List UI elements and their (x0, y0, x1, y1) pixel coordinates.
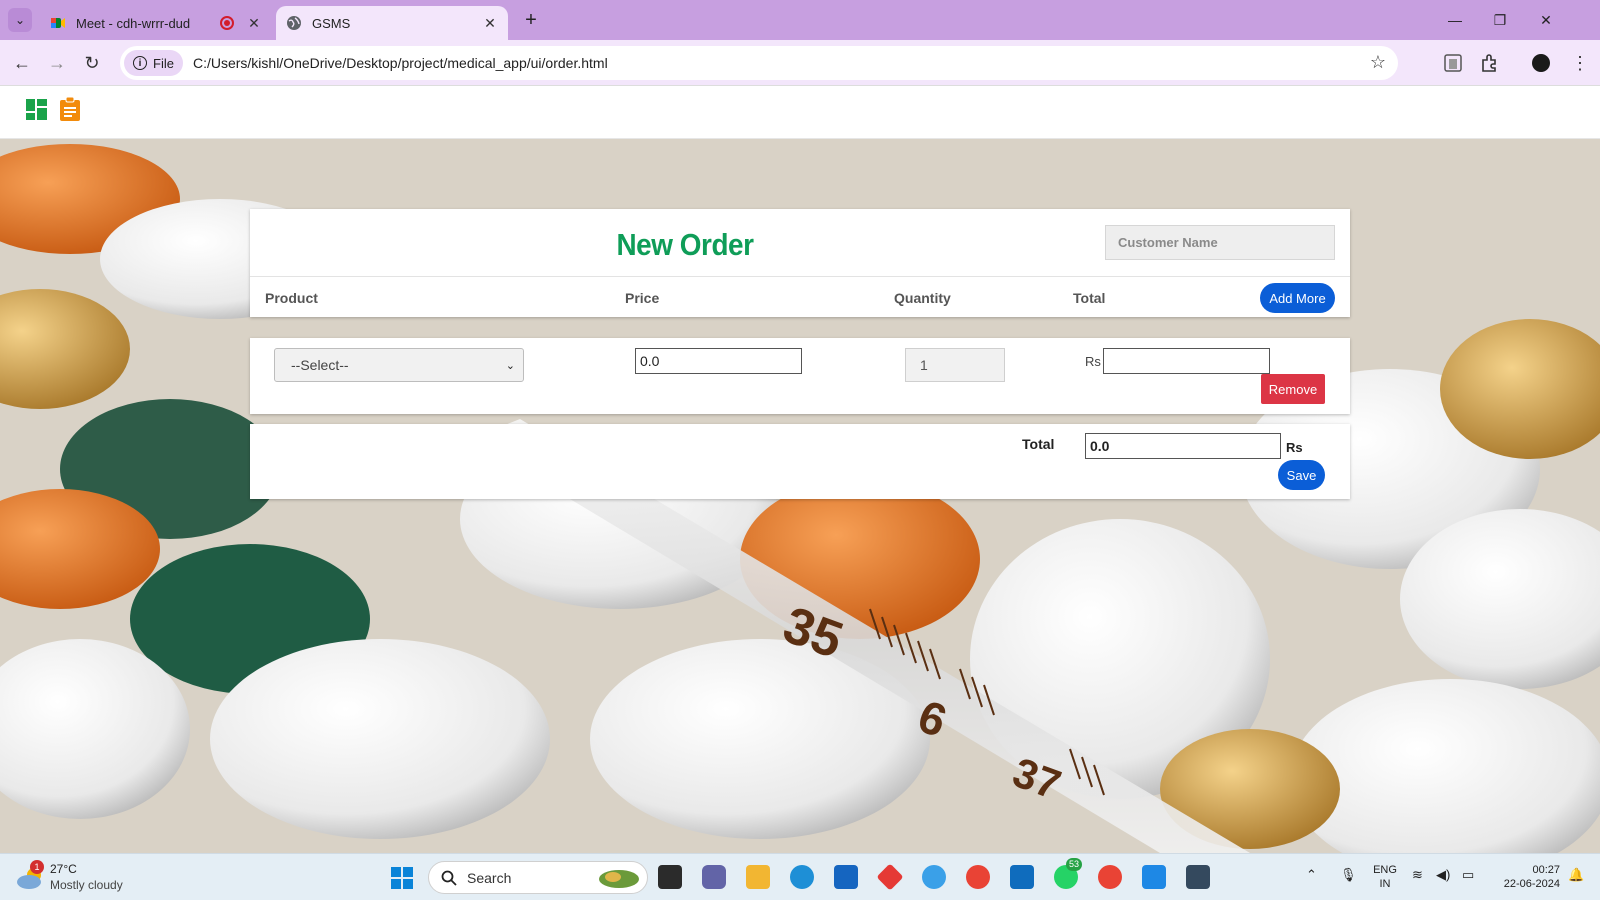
search-icon (441, 870, 457, 886)
microphone-icon[interactable]: 🎙 (1340, 868, 1357, 882)
outlook-icon[interactable] (1010, 865, 1034, 889)
app-navbar (0, 86, 1600, 139)
terminal-app-icon[interactable] (1186, 865, 1210, 889)
page-title: New Order (616, 227, 754, 262)
divider (250, 276, 1350, 277)
globe-icon (287, 16, 301, 30)
bookmark-star-icon[interactable]: ☆ (1370, 52, 1386, 73)
url-text[interactable]: C:/Users/kishl/OneDrive/Desktop/project/… (193, 55, 608, 71)
clock-time: 00:27 (1532, 864, 1560, 876)
new-tab-button[interactable]: + (520, 9, 542, 31)
browser-toolbar: ← → ↻ i File C:/Users/kishl/OneDrive/Des… (0, 40, 1600, 86)
column-quantity: Quantity (894, 290, 951, 306)
site-info-chip[interactable]: i File (124, 50, 183, 76)
teams-icon[interactable] (702, 865, 726, 889)
page: 35 6 37 New Order Customer Name Product … (0, 86, 1600, 853)
quantity-input[interactable]: 1 (905, 348, 1005, 382)
show-hidden-icons[interactable]: ⌃ (1306, 868, 1317, 882)
order-row-card: --Select-- ⌄ 0.0 1 Rs Remove (250, 338, 1350, 414)
clock[interactable]: 00:27 22-06-2024 (1490, 863, 1560, 891)
notification-badge: 1 (30, 860, 44, 874)
chevron-down-icon: ⌄ (505, 359, 515, 372)
search-label: Search (467, 869, 512, 886)
store-icon[interactable] (834, 865, 858, 889)
battery-icon[interactable]: ▭ (1462, 868, 1474, 882)
order-header-card: New Order Product Price Quantity Total A… (250, 209, 1350, 317)
extensions-icon[interactable] (1478, 52, 1500, 74)
info-icon: i (133, 56, 147, 70)
edge-icon[interactable] (790, 865, 814, 889)
add-more-button[interactable]: Add More (1260, 283, 1335, 313)
save-button[interactable]: Save (1278, 460, 1325, 490)
close-window-icon[interactable]: ✕ (1536, 10, 1556, 30)
profile-sync-icon[interactable] (1442, 52, 1464, 74)
language-indicator[interactable]: ENG IN (1370, 863, 1400, 891)
product-select-value: --Select-- (291, 357, 349, 373)
chrome-icon[interactable] (1098, 865, 1122, 889)
tab-title: GSMS (312, 15, 351, 31)
order-footer-card: Total 0.0 Rs Save (250, 424, 1350, 499)
remove-button[interactable]: Remove (1261, 374, 1325, 404)
meet-icon (51, 18, 65, 28)
grand-total-label: Total (1022, 436, 1055, 452)
browser-tabbar: ⌄ Meet - cdh-wrrr-dud ✕ GSMS ✕ + — ❐ ✕ (0, 0, 1600, 40)
recording-icon (220, 16, 234, 30)
tab-gsms[interactable]: GSMS ✕ (276, 6, 508, 40)
close-tab-icon[interactable]: ✕ (244, 15, 264, 32)
file-explorer-icon[interactable] (746, 865, 770, 889)
restore-icon[interactable]: ❐ (1490, 10, 1510, 30)
tab-search-button[interactable]: ⌄ (8, 8, 32, 32)
taskbar-search[interactable]: Search (428, 861, 648, 894)
weather-condition: Mostly cloudy (50, 878, 123, 892)
back-icon[interactable]: ← (10, 51, 34, 75)
chrome-profile-icon[interactable] (966, 865, 990, 889)
column-product: Product (265, 290, 318, 306)
close-tab-icon[interactable]: ✕ (480, 15, 500, 32)
reload-icon[interactable]: ↻ (80, 51, 104, 75)
menu-icon[interactable]: ⋮ (1568, 51, 1592, 75)
language-code: ENG (1373, 864, 1397, 876)
notifications-icon[interactable]: 🔔 (1568, 868, 1584, 882)
clock-date: 22-06-2024 (1503, 878, 1560, 890)
search-highlight-icon (599, 869, 639, 888)
item-total-input[interactable] (1103, 348, 1270, 374)
task-view-icon[interactable] (658, 865, 682, 889)
dashboard-icon[interactable] (26, 99, 47, 120)
minimize-icon[interactable]: — (1445, 10, 1465, 30)
background-image: 35 6 37 New Order Customer Name Product … (0, 139, 1600, 853)
windows-start-icon[interactable] (390, 866, 414, 890)
product-select[interactable]: --Select-- ⌄ (274, 348, 524, 382)
region-code: IN (1379, 878, 1391, 890)
column-total: Total (1073, 290, 1106, 306)
weather-temp: 27°C (50, 862, 77, 876)
forward-icon[interactable]: → (45, 51, 69, 75)
windows-taskbar: 1 27°C Mostly cloudy Search 53 ⌃ 🎙 ENG I… (0, 853, 1600, 900)
help-icon[interactable] (922, 865, 946, 889)
grand-total-input[interactable]: 0.0 (1085, 433, 1281, 459)
tab-title: Meet - cdh-wrrr-dud (76, 15, 191, 31)
customer-name-input[interactable] (1105, 225, 1335, 260)
vscode-icon[interactable] (1142, 865, 1166, 889)
file-label: File (153, 55, 174, 71)
profile-avatar-icon[interactable] (1530, 52, 1552, 74)
weather-widget[interactable]: 1 27°C Mostly cloudy (16, 860, 176, 896)
address-bar[interactable]: i File C:/Users/kishl/OneDrive/Desktop/p… (120, 46, 1398, 80)
currency-label: Rs (1286, 440, 1303, 455)
volume-icon[interactable]: ◀) (1436, 868, 1450, 882)
column-price: Price (625, 290, 660, 306)
price-input[interactable]: 0.0 (635, 348, 802, 374)
whatsapp-badge: 53 (1066, 858, 1083, 871)
clipboard-icon[interactable] (59, 97, 81, 121)
wifi-icon[interactable]: ≋ (1412, 868, 1423, 882)
anydesk-icon[interactable] (876, 863, 904, 891)
tab-meet[interactable]: Meet - cdh-wrrr-dud ✕ (40, 6, 272, 40)
currency-label: Rs (1085, 354, 1101, 369)
